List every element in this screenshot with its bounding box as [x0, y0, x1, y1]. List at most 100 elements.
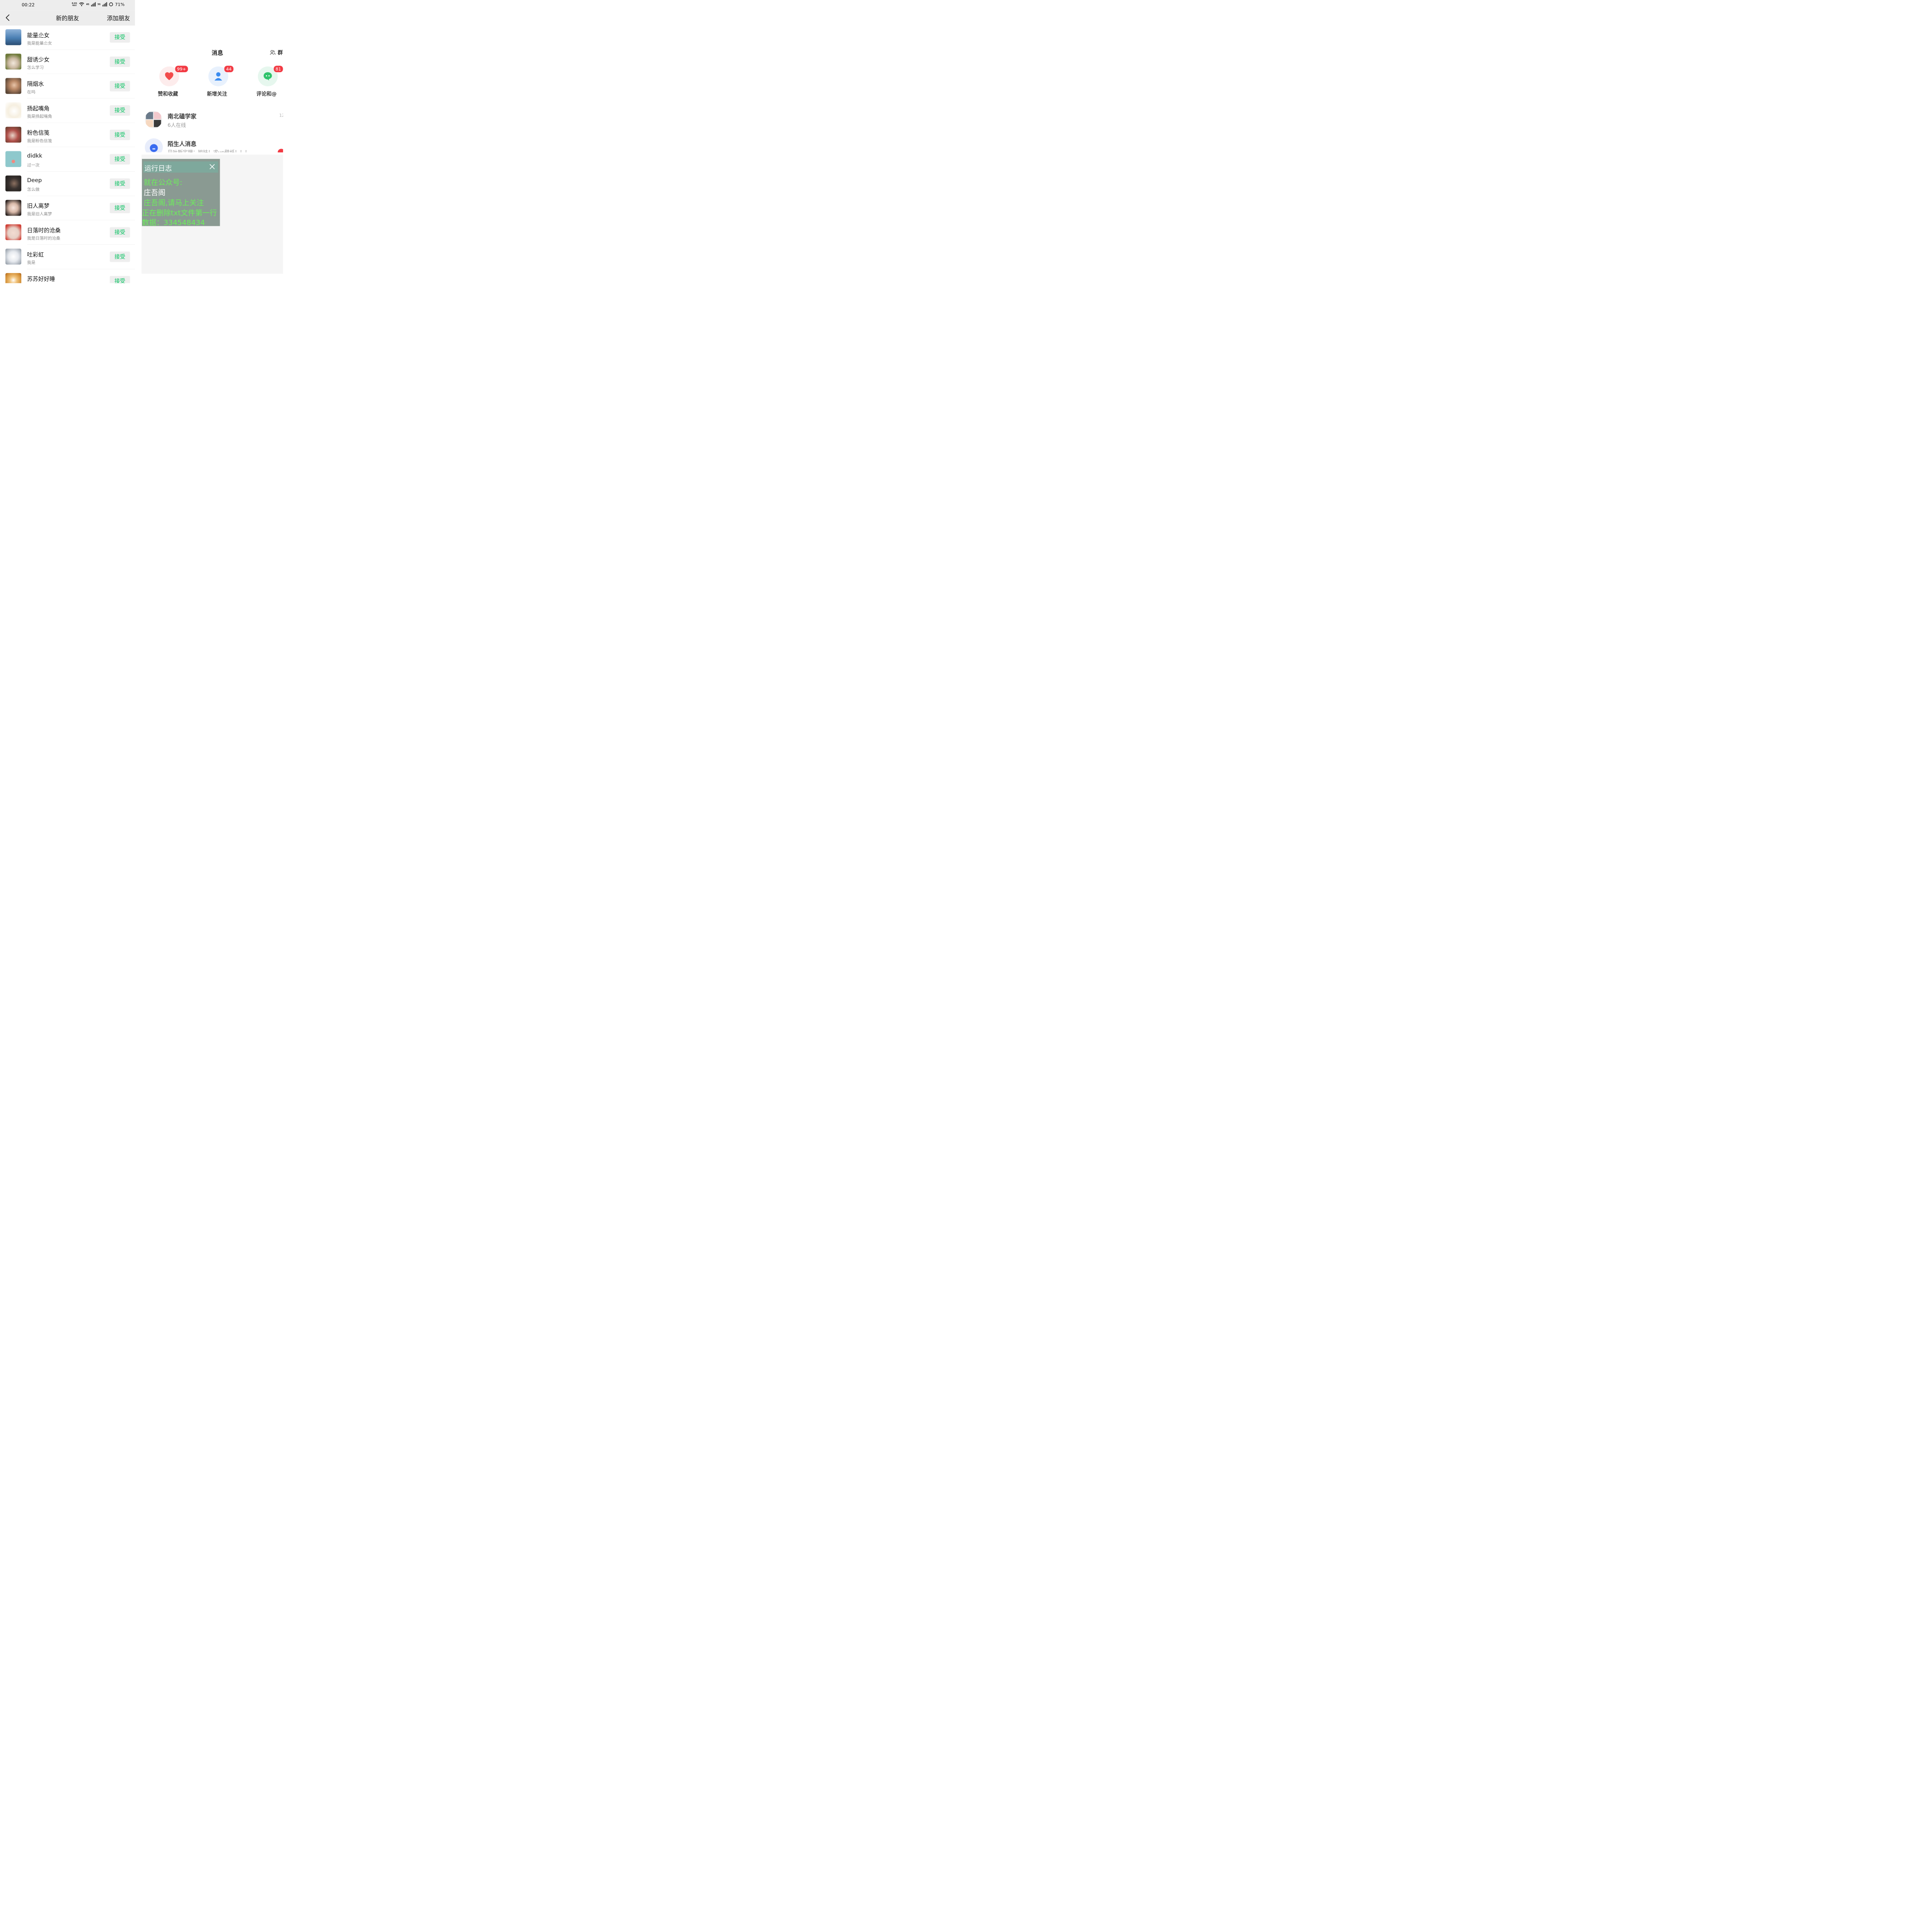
messages-title: 消息: [211, 49, 224, 57]
request-name: Deep: [27, 177, 42, 183]
request-message: 我是旧人离梦: [27, 211, 52, 217]
list-item[interactable]: 旧人离梦 我是旧人离梦 接受: [0, 196, 135, 221]
request-name: 粉色信笺: [27, 129, 50, 136]
request-name: 吐彩虹: [27, 251, 44, 258]
wifi-icon: [79, 2, 84, 7]
accept-button[interactable]: 接受: [109, 154, 130, 165]
run-log-window[interactable]: 运行日志 就在公众号: 庄吾阁 庄吾阁,请马上关注 正在删除txt文件第一行 数…: [142, 158, 220, 226]
request-message: 过一次: [27, 163, 40, 168]
avatar: [5, 224, 22, 241]
request-name: 苏苏好好睡: [27, 275, 55, 283]
avatar: [5, 273, 22, 283]
list-item[interactable]: 扬起嘴角 我是扬起嘴角 接受: [0, 99, 135, 123]
request-name: 旧人离梦: [27, 202, 50, 209]
request-message: 我是日落时的沧桑: [27, 236, 60, 241]
signal-4g-label: 4G: [86, 3, 90, 6]
messages-screen: 消息 群 99+ 赞和收藏 44 新增关注 81 评论和@ 南北磕学家 6人在线…: [135, 0, 283, 283]
accept-button[interactable]: 接受: [109, 251, 130, 262]
avatar-tile: [154, 112, 161, 119]
chat-item[interactable]: 陌生人消息 贝叶斯定理：姐妹！求up壁纸！！！: [135, 137, 283, 153]
avatar-tile: [146, 120, 153, 127]
friend-request-list: 能量尐女 我是能量尐女 接受 甜诱少女 怎么学习 接受 隔烟水 在吗 接受 扬起…: [0, 25, 135, 283]
stranger-avatar: [145, 138, 163, 153]
group-chat-button[interactable]: 群: [270, 49, 283, 56]
accept-button[interactable]: 接受: [109, 202, 130, 214]
avatar-tile: [154, 120, 161, 127]
comments-label: 评论和@: [256, 91, 277, 97]
log-title: 运行日志: [144, 164, 172, 173]
group-icon: [270, 50, 275, 55]
avatar: [5, 151, 22, 167]
battery-ring-icon: [109, 2, 113, 7]
followers-badge: 44: [224, 65, 234, 73]
comments-badge: 81: [273, 65, 283, 73]
accept-button[interactable]: 接受: [109, 105, 130, 116]
request-message: 我是扬起嘴角: [27, 114, 52, 119]
battery-level: 71%: [115, 1, 125, 7]
request-message: 在吗: [27, 90, 36, 95]
avatar: [5, 249, 22, 265]
stranger-chat-icon: [150, 144, 158, 152]
person-icon: [214, 72, 222, 81]
list-item[interactable]: Deep 怎么做 接受: [0, 172, 135, 196]
nav-header: 新的朋友 添加朋友: [0, 10, 135, 25]
request-name: 日落时的沧桑: [27, 227, 61, 234]
log-line: 就在公众号:: [143, 178, 183, 187]
new-friends-screen: 00:22 0.01 KB/S 4G 5G 71% 新的朋友 添加朋友 能量尐女…: [0, 0, 135, 283]
log-title-bar: 运行日志: [143, 161, 218, 173]
accept-button[interactable]: 接受: [109, 56, 130, 67]
request-message: 我是: [27, 260, 36, 265]
accept-button[interactable]: 接受: [109, 178, 130, 189]
chat-preview: 贝叶斯定理：姐妹！求up壁纸！！！: [167, 149, 250, 153]
request-message: 我是能量尐女: [27, 41, 52, 46]
avatar: [5, 200, 22, 216]
heart-icon: [165, 72, 174, 80]
avatar: [5, 175, 22, 192]
net-speed: 0.01 KB/S: [72, 2, 77, 7]
signal-5g-label: 5G: [97, 3, 101, 6]
list-item[interactable]: didkk 过一次 接受: [0, 147, 135, 172]
accept-button[interactable]: 接受: [109, 129, 130, 141]
list-item[interactable]: 粉色信笺 我是粉色信笺 接受: [0, 123, 135, 147]
chat-preview: 6人在线: [167, 122, 186, 128]
chat-item[interactable]: 南北磕学家 6人在线 12: [135, 109, 283, 133]
likes-badge: 99+: [175, 65, 189, 73]
followers-label: 新增关注: [207, 91, 227, 97]
list-item[interactable]: 隔烟水 在吗 接受: [0, 74, 135, 99]
accept-button[interactable]: 接受: [109, 275, 130, 283]
signal-bars-icon: [91, 2, 96, 7]
likes-label: 赞和收藏: [158, 91, 178, 97]
log-line: 庄吾阁,请马上关注: [143, 199, 204, 207]
signal-bars-icon-2: [102, 2, 107, 7]
status-time: 00:22: [21, 2, 35, 8]
log-line: 庄吾阁: [143, 188, 166, 197]
request-message: 怎么学习: [27, 65, 44, 70]
request-message: 怎么做: [27, 187, 40, 192]
close-icon[interactable]: [209, 164, 215, 170]
accept-button[interactable]: 接受: [109, 227, 130, 238]
group-label: 群: [277, 50, 283, 56]
list-item[interactable]: 苏苏好好睡 接受: [0, 269, 135, 283]
status-bar: 00:22 0.01 KB/S 4G 5G 71%: [0, 0, 135, 11]
list-item[interactable]: 吐彩虹 我是 接受: [0, 245, 135, 269]
request-name: didkk: [27, 152, 42, 159]
request-name: 能量尐女: [27, 32, 50, 39]
avatar: [5, 53, 22, 70]
add-friend-button[interactable]: 添加朋友: [107, 14, 130, 22]
log-line: 正在删除txt文件第一行: [142, 208, 217, 217]
chat-name: 南北磕学家: [167, 113, 197, 120]
list-item[interactable]: 能量尐女 我是能量尐女 接受: [0, 25, 135, 50]
log-line: 数据：334548434: [142, 218, 205, 226]
accept-button[interactable]: 接受: [109, 81, 130, 92]
avatar: [5, 29, 22, 45]
accept-button[interactable]: 接受: [109, 32, 130, 43]
unread-dot: [277, 149, 283, 153]
request-name: 甜诱少女: [27, 56, 50, 63]
chat-name: 陌生人消息: [167, 140, 197, 148]
list-item[interactable]: 甜诱少女 怎么学习 接受: [0, 50, 135, 74]
list-item[interactable]: 日落时的沧桑 我是日落时的沧桑 接受: [0, 220, 135, 245]
avatar-tile: [146, 112, 153, 119]
request-name: 隔烟水: [27, 81, 44, 88]
avatar: [5, 102, 22, 118]
group-avatar: [145, 111, 162, 128]
